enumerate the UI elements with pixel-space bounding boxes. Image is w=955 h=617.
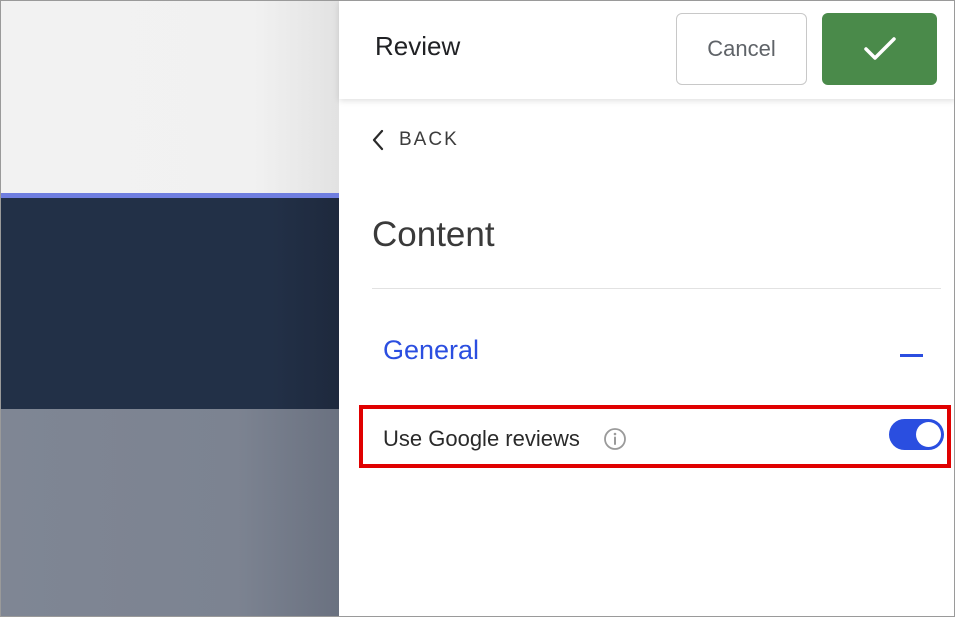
cancel-button[interactable]: Cancel [676, 13, 807, 85]
panel-header: Review Cancel [339, 1, 954, 99]
google-reviews-toggle[interactable] [889, 419, 944, 450]
minus-icon [899, 353, 923, 357]
info-icon[interactable] [603, 427, 627, 451]
section-title: General [383, 335, 480, 365]
content-heading: Content [372, 215, 495, 254]
preview-top-area [1, 1, 339, 193]
editor-panel: Review Cancel BACK Content General Use G… [339, 1, 954, 616]
app-frame: Review Cancel BACK Content General Use G… [0, 0, 955, 617]
section-general-header[interactable]: General [383, 335, 923, 375]
back-label: BACK [399, 129, 459, 150]
page-preview [1, 1, 339, 616]
setting-label: Use Google reviews [383, 426, 580, 451]
back-link[interactable]: BACK [371, 129, 459, 151]
chevron-left-icon [372, 129, 384, 151]
preview-dark-section [1, 198, 339, 409]
panel-title: Review [375, 31, 461, 61]
check-icon [863, 37, 896, 60]
confirm-button[interactable] [822, 13, 937, 85]
toggle-knob [916, 422, 941, 447]
preview-gray-section [1, 409, 339, 616]
collapse-button[interactable] [895, 335, 927, 375]
divider [372, 288, 941, 289]
